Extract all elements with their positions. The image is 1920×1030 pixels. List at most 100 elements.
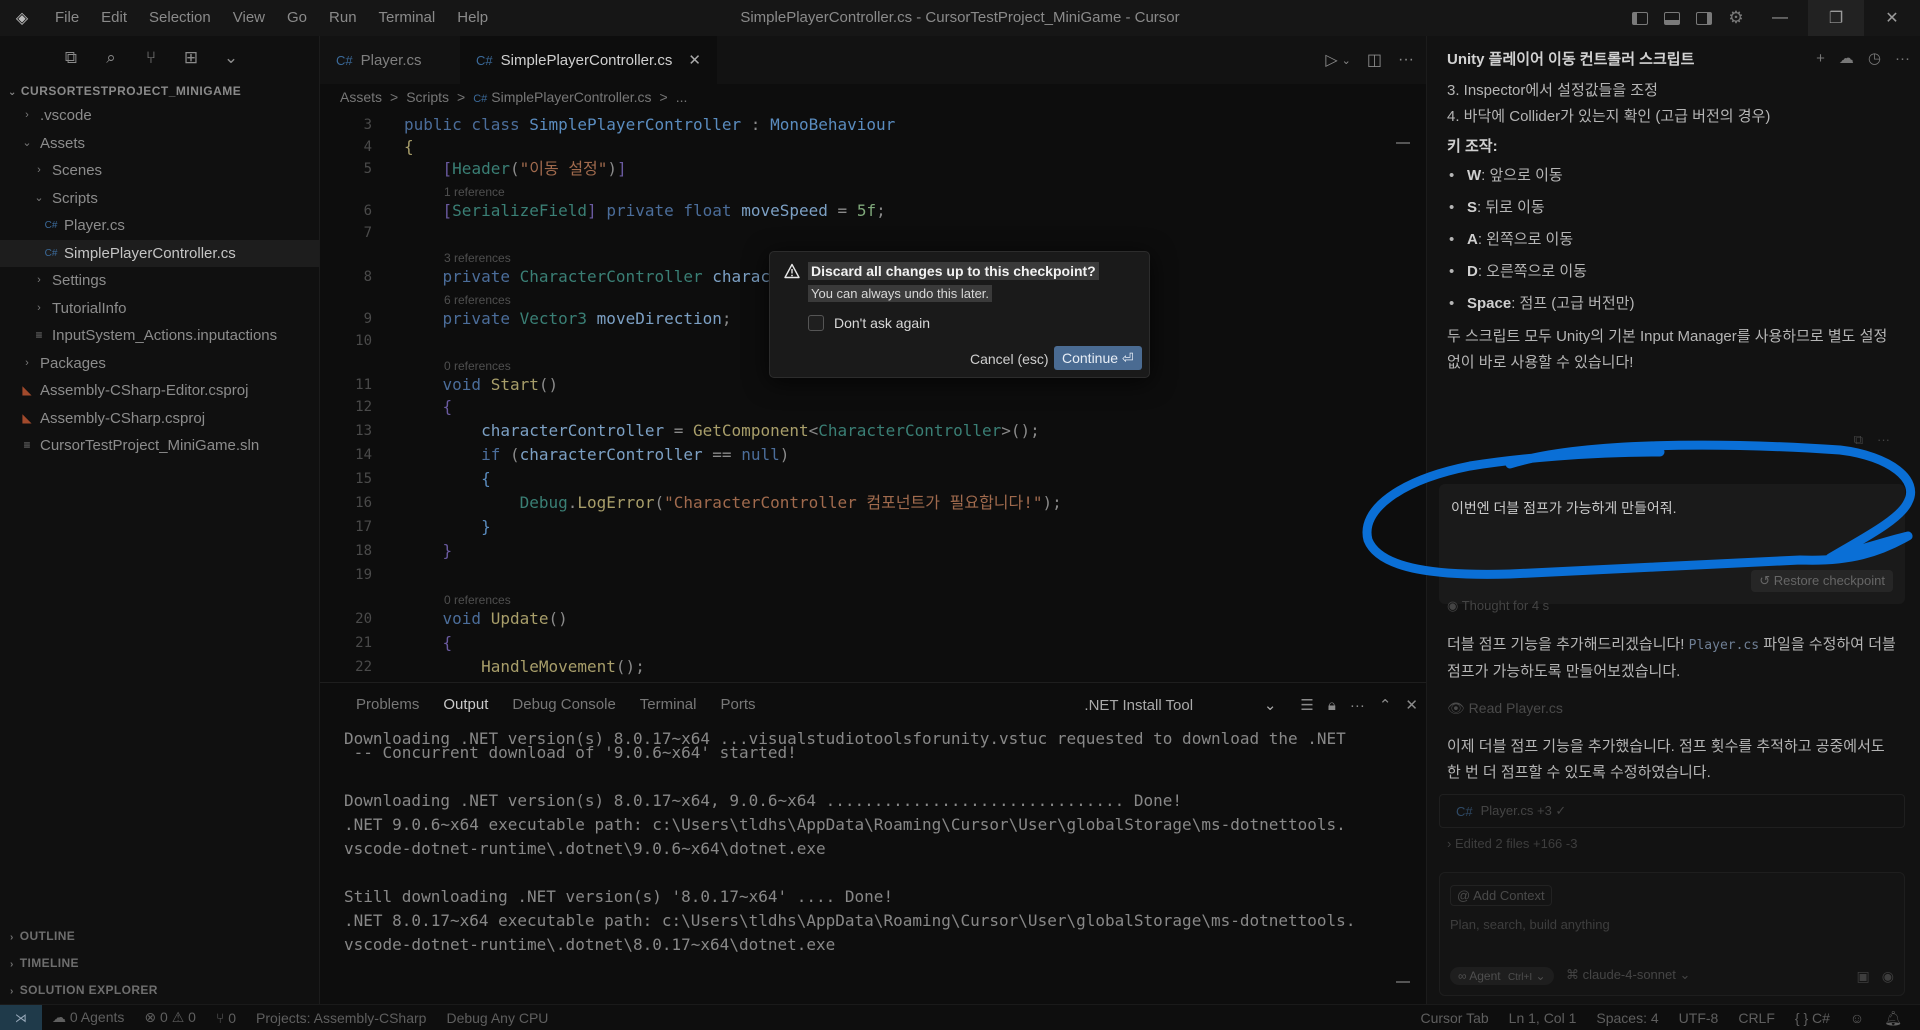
menu-run[interactable]: Run xyxy=(318,0,368,36)
cursor-tab-status[interactable]: Cursor Tab xyxy=(1410,1010,1498,1026)
account-icon[interactable]: ☺ xyxy=(1840,1010,1874,1026)
cursor-position-status[interactable]: Ln 1, Col 1 xyxy=(1499,1010,1587,1026)
menu-edit[interactable]: Edit xyxy=(90,0,138,36)
tab-terminal[interactable]: Terminal xyxy=(628,683,709,727)
timeline-section[interactable]: › TIMELINE xyxy=(0,950,319,977)
projects-status[interactable]: Projects: Assembly-CSharp xyxy=(246,1010,436,1026)
toggle-sidebar-icon[interactable] xyxy=(1624,0,1656,36)
dont-ask-again-label[interactable]: Don't ask again xyxy=(834,315,930,331)
tree-item[interactable]: › Packages xyxy=(0,350,319,378)
close-window-icon[interactable]: ✕ xyxy=(1864,0,1920,36)
agent-mode-select[interactable]: ∞ Agent Ctrl+I ⌄ xyxy=(1450,967,1554,985)
toggle-secondary-sidebar-icon[interactable] xyxy=(1688,0,1720,36)
send-icon[interactable]: ◉ xyxy=(1882,968,1894,985)
user-message-bubble[interactable]: 이번엔 더블 점프가 가능하게 만들어줘. ↺ Restore checkpoi… xyxy=(1439,484,1905,604)
remote-connection-icon[interactable]: ⋊ xyxy=(0,1004,42,1030)
extensions-icon[interactable]: ⊞ xyxy=(180,47,202,69)
list-filter-icon[interactable]: ☰ xyxy=(1300,696,1313,714)
run-dropdown-icon[interactable]: ⌄ xyxy=(1342,54,1351,67)
problems-status[interactable]: ⊗ 0 ⚠ 0 xyxy=(134,1009,206,1026)
tab-ports[interactable]: Ports xyxy=(708,683,767,727)
collapse-icon[interactable] xyxy=(1396,981,1410,983)
new-chat-icon[interactable]: + xyxy=(1816,50,1825,67)
close-panel-icon[interactable]: ✕ xyxy=(1405,696,1418,714)
settings-gear-icon[interactable]: ⚙ xyxy=(1720,0,1752,36)
indentation-status[interactable]: Spaces: 4 xyxy=(1586,1010,1668,1026)
search-icon[interactable]: ⌕ xyxy=(100,47,122,69)
menu-terminal[interactable]: Terminal xyxy=(368,0,447,36)
changed-file-row[interactable]: C# Player.cs +3 ✓ xyxy=(1439,794,1905,828)
tree-item[interactable]: ◣ Assembly-CSharp-Editor.csproj xyxy=(0,377,319,405)
tab-player-cs[interactable]: C# Player.cs xyxy=(320,36,460,84)
breadcrumb-scripts[interactable]: Scripts xyxy=(406,84,449,110)
tab-problems[interactable]: Problems xyxy=(344,683,431,727)
more-actions-icon[interactable]: ··· xyxy=(1398,51,1414,69)
toggle-panel-icon[interactable] xyxy=(1656,0,1688,36)
explorer-files-icon[interactable]: ⧉ xyxy=(60,47,82,69)
output-channel-select[interactable]: .NET Install Tool ⌄ xyxy=(1080,692,1280,718)
lock-scroll-icon[interactable]: 🔒︎ xyxy=(1328,697,1336,714)
tree-item[interactable]: C# Player.cs xyxy=(0,212,319,240)
maximize-panel-icon[interactable]: ⌃ xyxy=(1379,696,1392,714)
tree-item[interactable]: ◣ Assembly-CSharp.csproj xyxy=(0,405,319,433)
continue-button[interactable]: Continue ⏎ xyxy=(1054,346,1142,370)
codelens-references[interactable]: 1 reference xyxy=(444,184,505,200)
tree-item[interactable]: ⌄ Assets xyxy=(0,130,319,158)
codelens-references[interactable]: 6 references xyxy=(444,292,511,308)
tab-simpleplayercontroller-cs[interactable]: C# SimplePlayerController.cs ✕ xyxy=(460,36,717,84)
codelens-references[interactable]: 0 references xyxy=(444,358,511,374)
minimize-window-icon[interactable]: — xyxy=(1752,0,1808,36)
split-editor-icon[interactable]: ◫ xyxy=(1367,50,1382,70)
eol-status[interactable]: CRLF xyxy=(1728,1010,1785,1026)
more-actions-icon[interactable]: ··· xyxy=(1350,697,1365,714)
run-icon[interactable]: ▷ xyxy=(1325,50,1337,70)
cloud-icon[interactable]: ☁ xyxy=(1839,49,1854,67)
dont-ask-again-checkbox[interactable] xyxy=(808,315,824,331)
menu-file[interactable]: File xyxy=(44,0,90,36)
build-config-status[interactable]: Debug Any CPU xyxy=(436,1010,558,1026)
tree-item[interactable]: ≡ CursorTestProject_MiniGame.sln xyxy=(0,432,319,460)
code-editor[interactable]: 3 public class SimplePlayerController : M… xyxy=(320,110,1426,682)
add-context-button[interactable]: @ Add Context xyxy=(1450,885,1552,906)
history-icon[interactable]: ◷ xyxy=(1868,49,1881,67)
tree-item[interactable]: › TutorialInfo xyxy=(0,295,319,323)
restore-checkpoint-button[interactable]: ↺ Restore checkpoint xyxy=(1751,570,1893,592)
image-attach-icon[interactable]: ▣ xyxy=(1857,968,1870,985)
cancel-button[interactable]: Cancel (esc) xyxy=(966,348,1053,370)
tree-item[interactable]: ≡ InputSystem_Actions.inputactions xyxy=(0,322,319,350)
menu-help[interactable]: Help xyxy=(446,0,499,36)
language-mode-status[interactable]: { } C# xyxy=(1785,1010,1840,1026)
menu-go[interactable]: Go xyxy=(276,0,318,36)
model-select[interactable]: ⌘ claude-4-sonnet ⌄ xyxy=(1566,967,1690,983)
menu-view[interactable]: View xyxy=(222,0,276,36)
tree-item[interactable]: › Scenes xyxy=(0,157,319,185)
breadcrumb-symbol[interactable]: ... xyxy=(676,84,688,110)
tab-output[interactable]: Output xyxy=(431,683,500,727)
edited-files-summary[interactable]: › Edited 2 files +166 -3 xyxy=(1447,836,1577,851)
tab-debug-console[interactable]: Debug Console xyxy=(500,683,627,727)
codelens-references[interactable]: 3 references xyxy=(444,250,511,266)
composer-input[interactable]: Plan, search, build anything xyxy=(1450,917,1610,932)
tree-item[interactable]: C# SimplePlayerController.cs xyxy=(0,239,319,267)
breadcrumb-assets[interactable]: Assets xyxy=(340,84,382,110)
encoding-status[interactable]: UTF-8 xyxy=(1669,1010,1729,1026)
notifications-bell-icon[interactable]: 🔔︎ xyxy=(1874,1010,1912,1027)
more-actions-icon[interactable]: ··· xyxy=(1877,432,1890,448)
explorer-root-folder[interactable]: ⌄ CURSORTESTPROJECT_MINIGAME xyxy=(0,80,319,102)
close-tab-icon[interactable]: ✕ xyxy=(688,51,701,69)
read-file-indicator[interactable]: 👁︎ Read Player.cs xyxy=(1447,700,1563,717)
tree-item[interactable]: ⌄ Scripts xyxy=(0,185,319,213)
more-actions-icon[interactable]: ··· xyxy=(1895,50,1910,67)
chat-composer[interactable]: @ Add Context Plan, search, build anythi… xyxy=(1439,872,1905,996)
menu-selection[interactable]: Selection xyxy=(138,0,222,36)
breadcrumb-file[interactable]: C# SimplePlayerController.cs xyxy=(473,84,651,110)
ports-status[interactable]: ⑂ 0 xyxy=(206,1010,246,1026)
outline-section[interactable]: › OUTLINE xyxy=(0,923,319,950)
tree-item[interactable]: › .vscode xyxy=(0,102,319,130)
codelens-references[interactable]: 0 references xyxy=(444,592,511,608)
restore-window-icon[interactable]: ❐ xyxy=(1808,0,1864,36)
solution-explorer-section[interactable]: › SOLUTION EXPLORER xyxy=(0,977,319,1004)
output-log[interactable]: Downloading .NET version(s) 8.0.17~x64 .… xyxy=(320,727,1426,957)
source-control-icon[interactable]: ⑂ xyxy=(140,47,162,69)
agents-status[interactable]: ☁ 0 Agents xyxy=(42,1009,134,1026)
